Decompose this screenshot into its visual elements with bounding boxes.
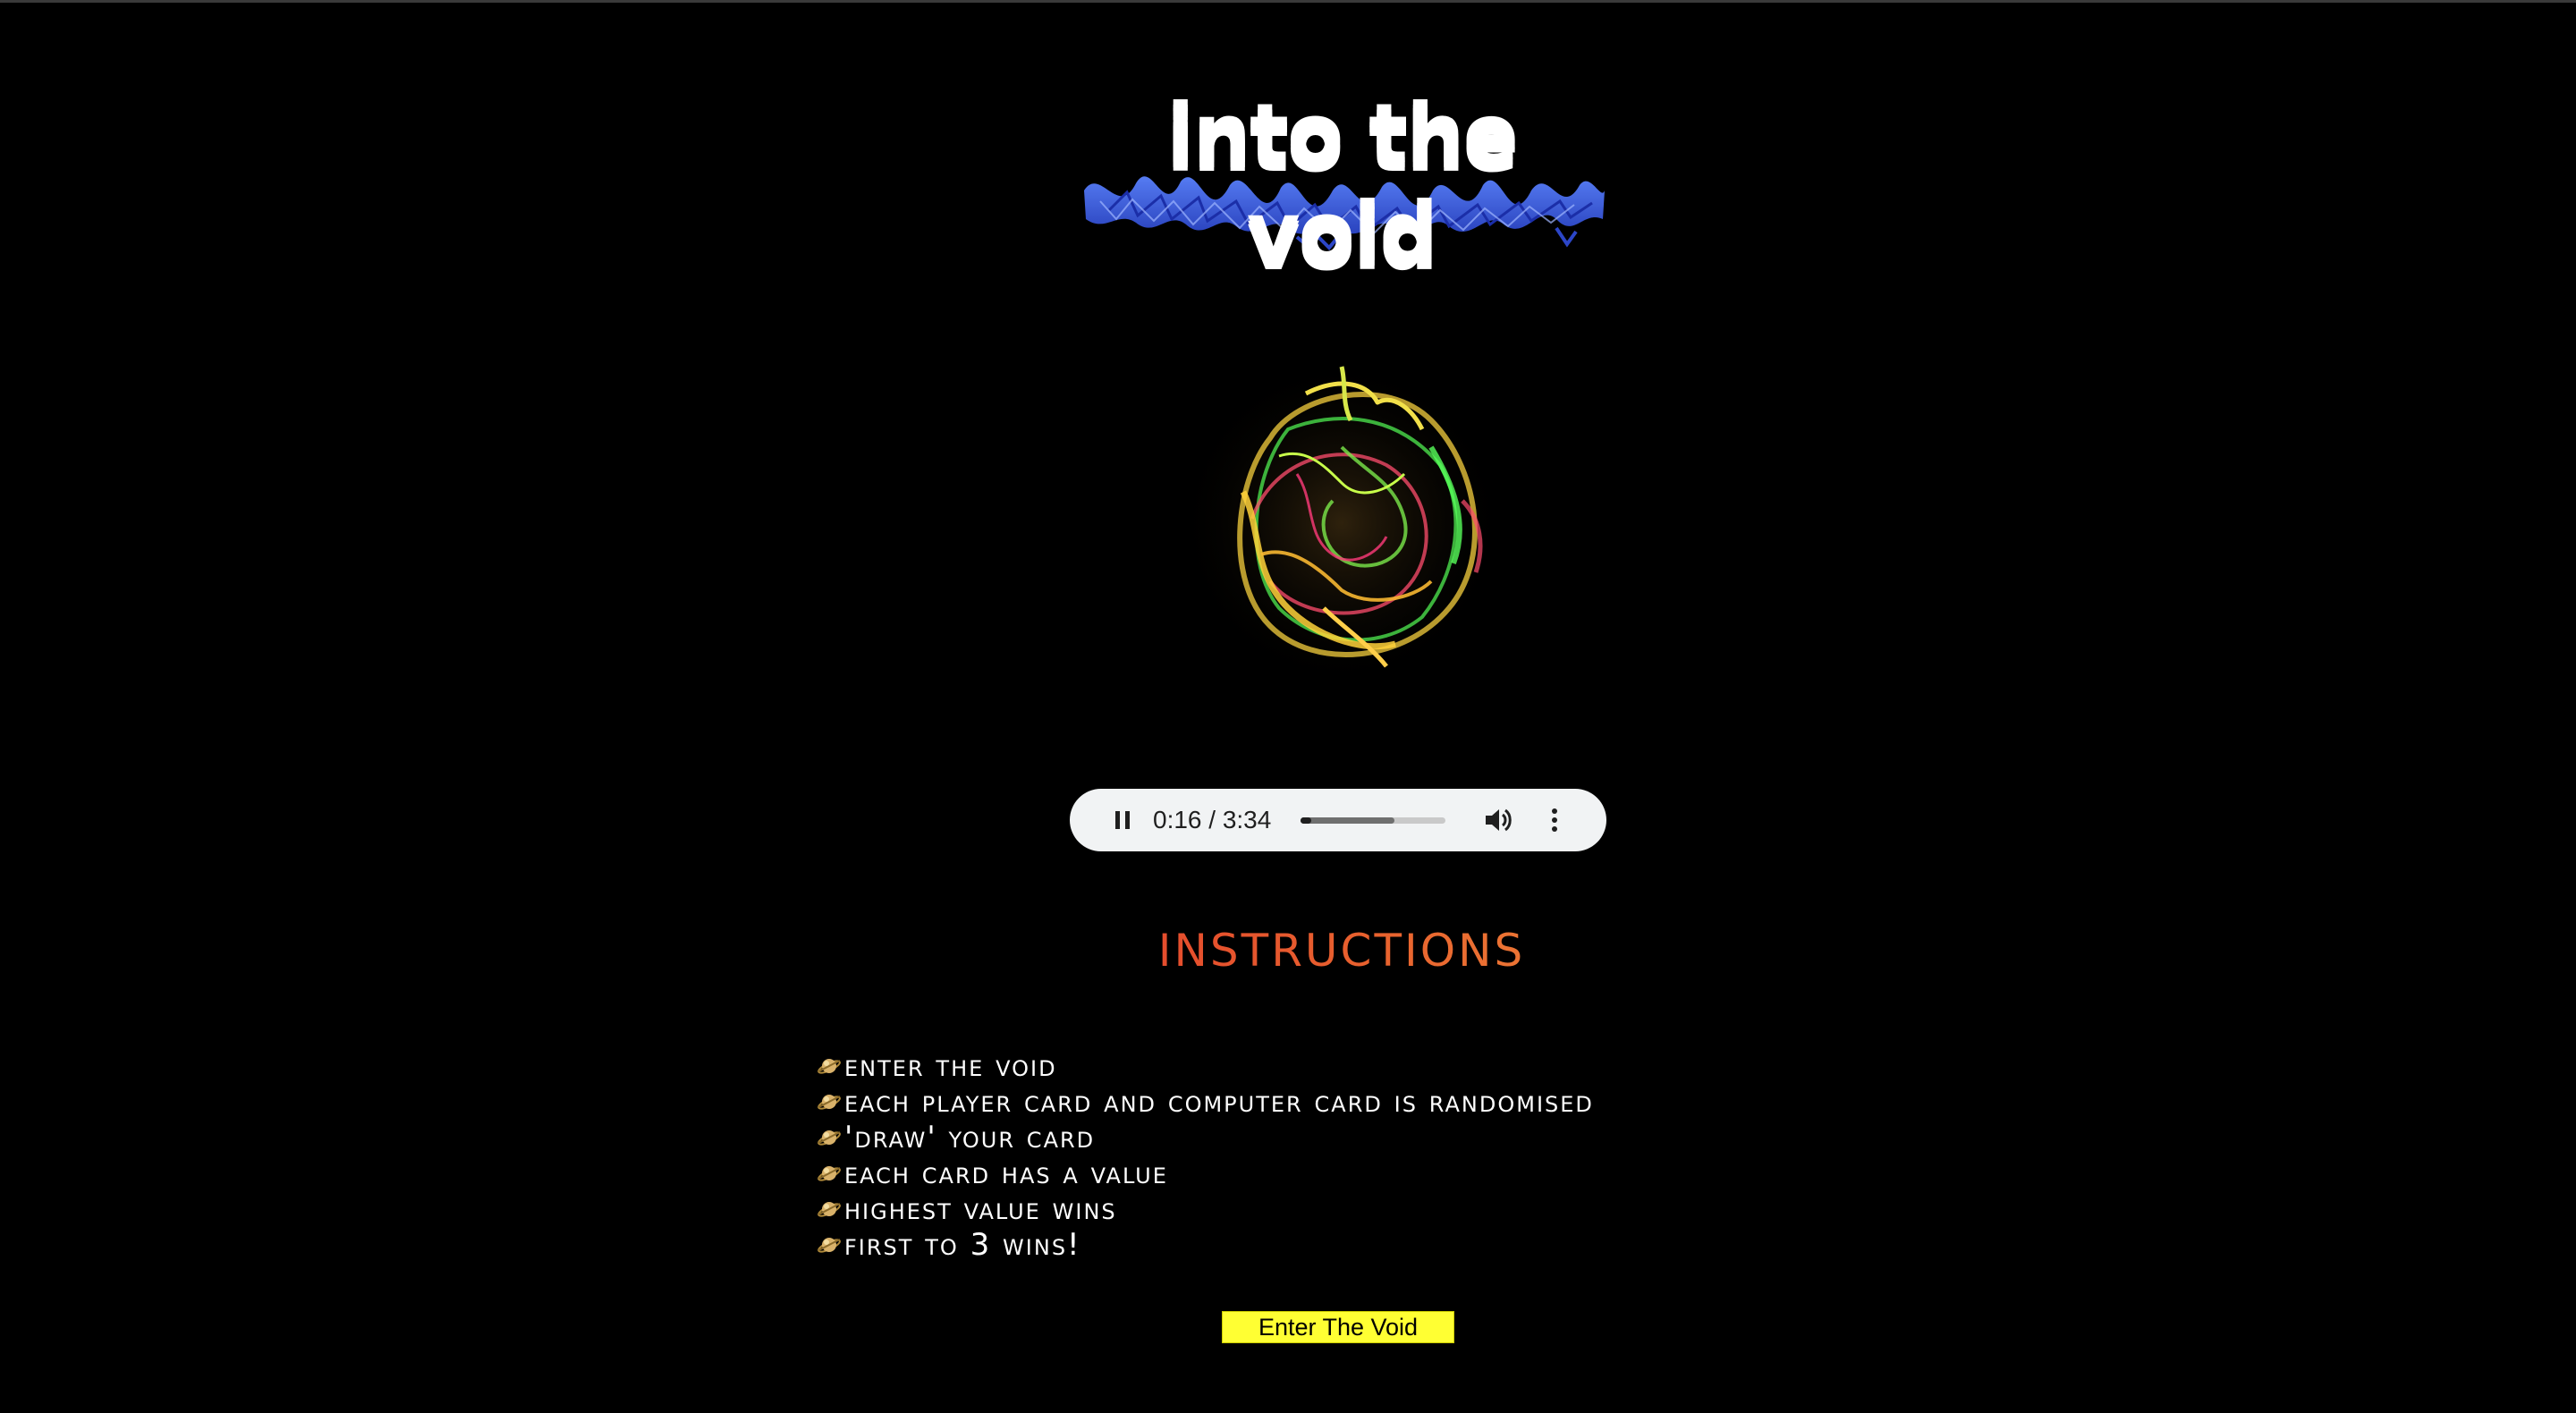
rules-list: Enter the Void Each player card and compu… <box>816 1048 1979 1263</box>
audio-seek-bar[interactable] <box>1301 817 1445 824</box>
rule-list-item: First to 3 wins! <box>816 1227 1979 1263</box>
planet-icon <box>818 1202 841 1217</box>
rule-text: Enter the Void <box>844 1048 1057 1084</box>
more-vert-icon[interactable] <box>1546 805 1563 835</box>
volume-icon[interactable] <box>1483 805 1515 835</box>
rule-text: Each card has a value <box>844 1155 1168 1191</box>
logo-title: into the void <box>1165 86 1519 280</box>
pause-icon[interactable] <box>1109 807 1136 833</box>
game-logo: into the void <box>1073 85 1610 280</box>
planet-icon <box>818 1238 841 1253</box>
rule-list-item: Enter the Void <box>816 1048 1979 1084</box>
rule-text: Highest value wins <box>844 1191 1117 1227</box>
enter-the-void-button[interactable]: Enter The Void <box>1222 1311 1454 1343</box>
rule-list-item: Each player card and computer card is ra… <box>816 1084 1979 1120</box>
rule-list-item: 'Draw' your card <box>816 1120 1979 1155</box>
audio-time-display: 0:16 / 3:34 <box>1153 806 1272 833</box>
planet-icon <box>818 1059 841 1074</box>
rule-text: Each player card and computer card is ra… <box>844 1084 1594 1120</box>
audio-buffered-range <box>1301 817 1394 824</box>
rule-text: First to 3 wins! <box>844 1227 1081 1263</box>
rule-list-item: Highest value wins <box>816 1191 1979 1227</box>
rule-list-item: Each card has a value <box>816 1155 1979 1191</box>
window-top-border <box>0 0 2576 3</box>
planet-icon <box>818 1130 841 1146</box>
audio-played-range <box>1301 817 1311 824</box>
void-orb-graphic <box>1176 358 1507 689</box>
instructions-heading: instructions <box>984 903 1699 984</box>
planet-icon <box>818 1166 841 1181</box>
planet-icon <box>818 1095 841 1110</box>
audio-player[interactable]: 0:16 / 3:34 <box>1070 789 1606 851</box>
rule-text: 'Draw' your card <box>844 1120 1096 1155</box>
